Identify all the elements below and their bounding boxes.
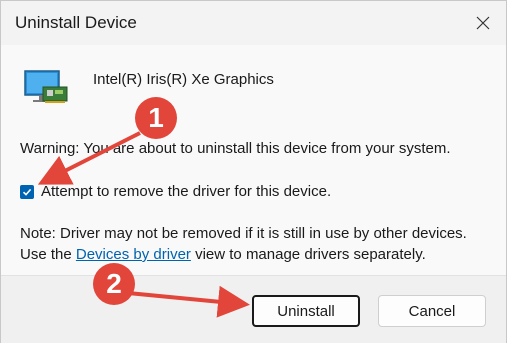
dialog-title: Uninstall Device (15, 13, 137, 32)
dialog-content: Intel(R) Iris(R) Xe Graphics Warning: Yo… (1, 45, 506, 275)
checkmark-icon (22, 188, 32, 196)
step-2-badge: 2 (93, 263, 135, 305)
dialog-footer: Uninstall Cancel (1, 275, 506, 343)
remove-driver-label: Attempt to remove the driver for this de… (41, 183, 332, 200)
note-text-suffix: view to manage drivers separately. (190, 246, 426, 263)
uninstall-device-dialog: Uninstall Device Intel(R) Iris(R) Xe Gra… (0, 0, 507, 343)
cancel-button[interactable]: Cancel (378, 295, 486, 327)
close-icon (476, 16, 490, 30)
close-button[interactable] (460, 1, 506, 45)
step-1-badge: 1 (135, 97, 177, 139)
monitor-with-card-icon (24, 70, 68, 103)
uninstall-button[interactable]: Uninstall (252, 295, 360, 327)
title-bar: Uninstall Device (1, 1, 506, 45)
warning-text: Warning: You are about to uninstall this… (20, 140, 451, 157)
devices-by-driver-link[interactable]: Devices by driver (76, 246, 191, 263)
remove-driver-option[interactable]: Attempt to remove the driver for this de… (20, 183, 331, 200)
device-name: Intel(R) Iris(R) Xe Graphics (93, 71, 274, 88)
driver-note: Note: Driver may not be removed if it is… (20, 223, 490, 265)
remove-driver-checkbox[interactable] (20, 184, 34, 199)
